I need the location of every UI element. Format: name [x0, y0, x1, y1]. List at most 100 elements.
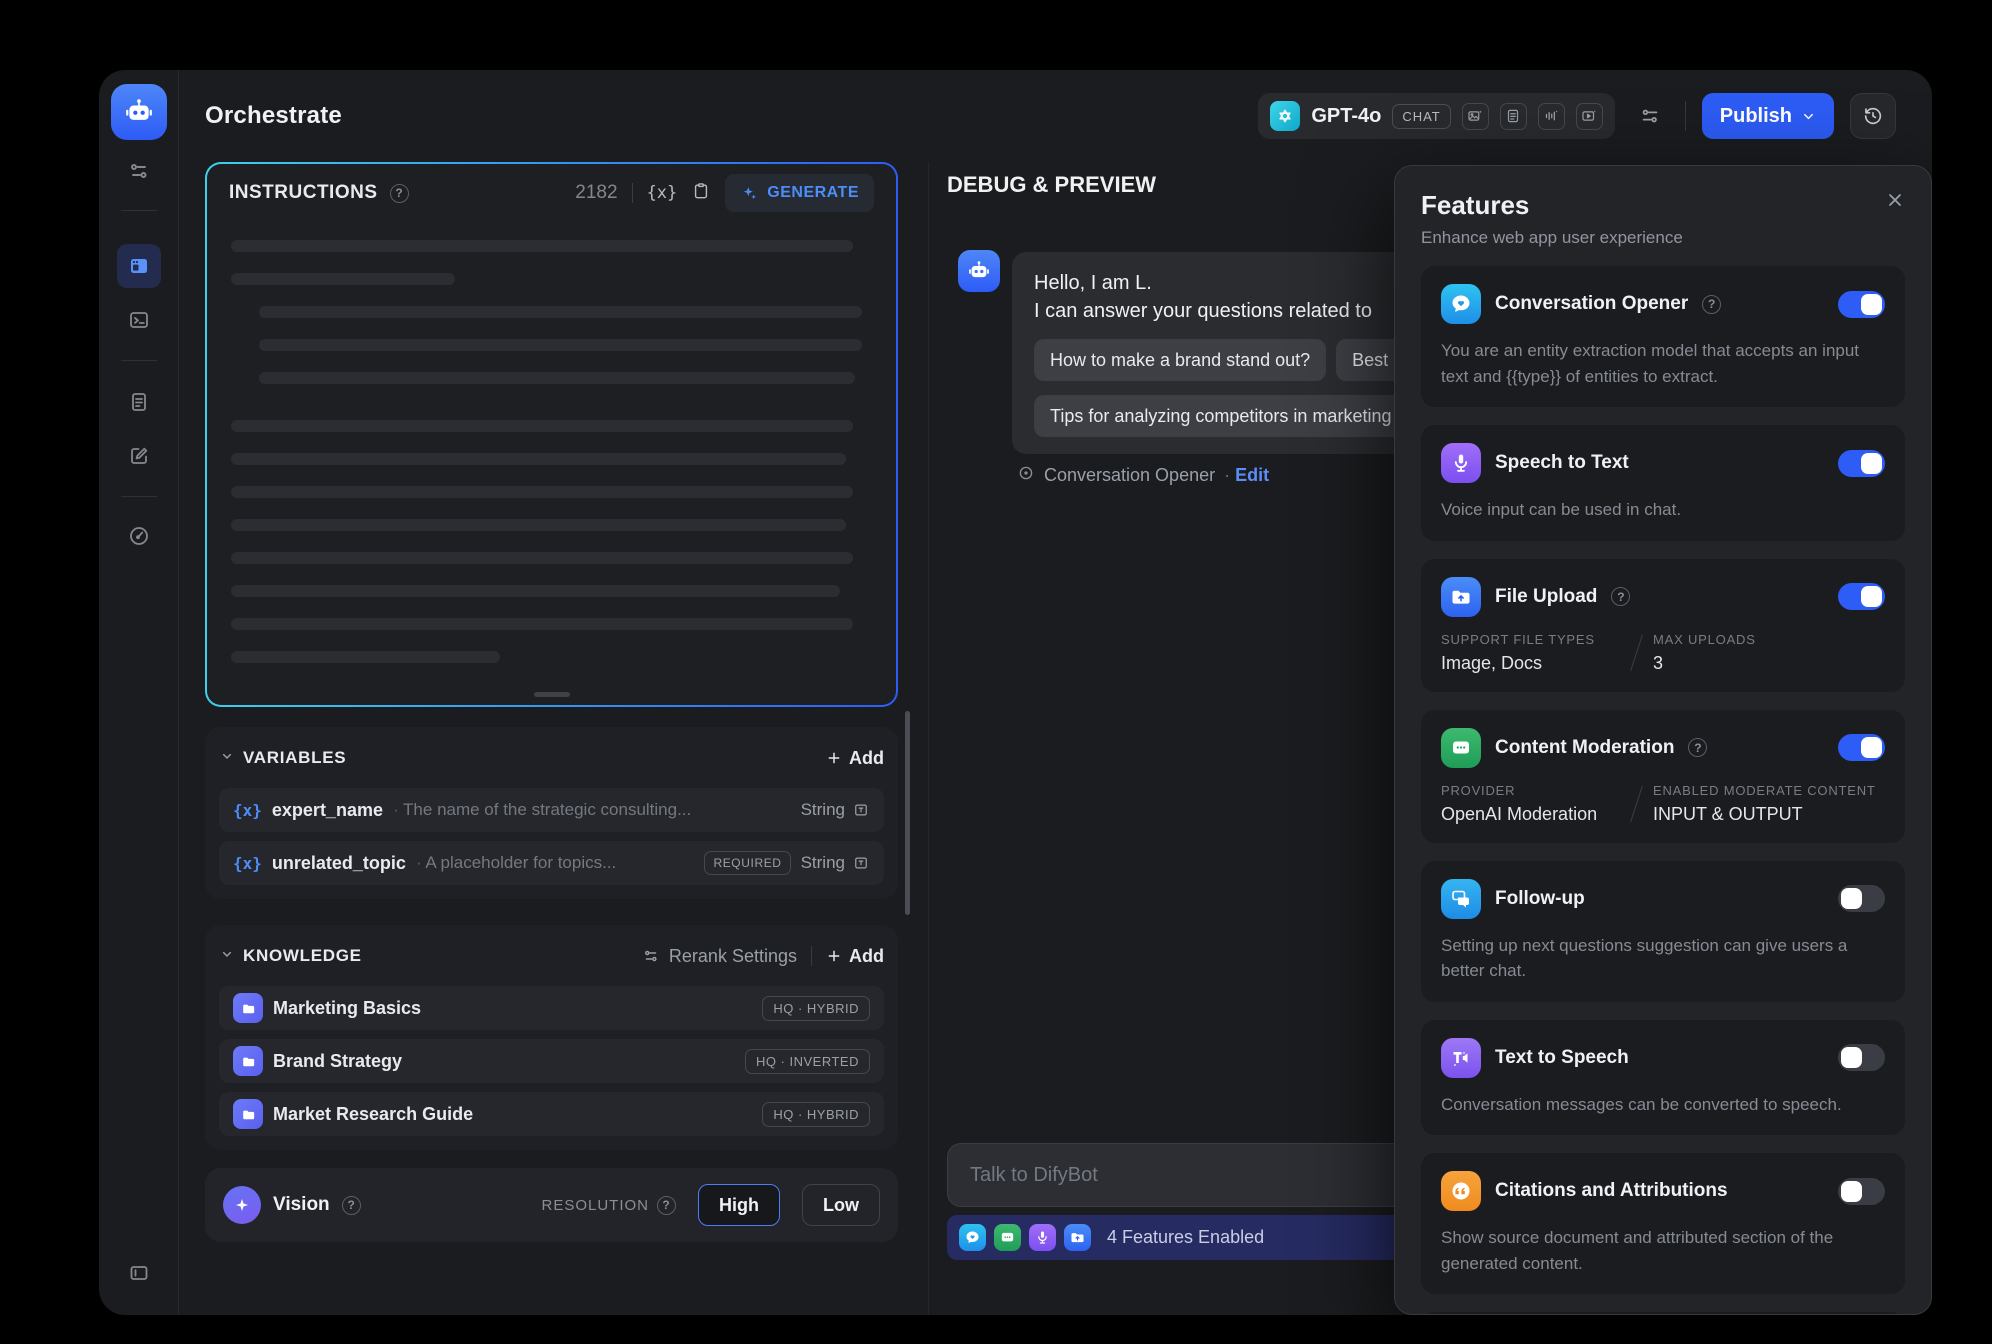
character-count: 2182 [575, 182, 617, 204]
variable-description: The name of the strategic consulting... [393, 800, 691, 820]
sidebar-item-orchestrate-window-icon[interactable] [117, 244, 161, 288]
content-moderation-icon [1441, 728, 1481, 768]
instructions-header: INSTRUCTIONS ? 2182 {x} GENERATE [207, 164, 896, 222]
sidebar-divider [121, 210, 157, 211]
variable-braces-icon: {x} [233, 854, 262, 873]
model-settings-sliders-icon[interactable] [1631, 97, 1669, 135]
variable-insert-icon[interactable]: {x} [647, 183, 678, 203]
version-history-button[interactable] [1850, 93, 1896, 139]
feature-card-annotation-reply: Annotation Reply You can manually add hi… [1421, 1312, 1905, 1315]
publish-button[interactable]: Publish [1702, 93, 1834, 139]
sidebar-item-monitoring-gauge-icon[interactable] [117, 514, 161, 558]
help-icon[interactable]: ? [1688, 738, 1707, 757]
variable-row[interactable]: {x} unrelated_topic A placeholder for to… [219, 841, 884, 885]
instructions-editor[interactable] [207, 222, 896, 663]
citations-toggle[interactable] [1838, 1178, 1885, 1205]
add-knowledge-button[interactable]: Add [826, 946, 884, 967]
help-icon[interactable]: ? [1611, 587, 1630, 606]
knowledge-row[interactable]: Market Research Guide HQ · HYBRID [219, 1092, 884, 1136]
feature-title: Conversation Opener [1495, 293, 1688, 315]
edit-opener-link[interactable]: Edit [1224, 465, 1269, 486]
help-icon[interactable]: ? [657, 1196, 676, 1215]
model-mode-badge: CHAT [1392, 104, 1450, 129]
feature-card-conversation-opener: Conversation Opener ? You are an entity … [1421, 266, 1905, 407]
knowledge-row[interactable]: Marketing Basics HQ · HYBRID [219, 986, 884, 1030]
file-upload-icon [1441, 577, 1481, 617]
sidebar-item-terminal-icon[interactable] [117, 298, 161, 342]
variable-type: String [801, 800, 845, 820]
follow-up-toggle[interactable] [1838, 885, 1885, 912]
meta-value: INPUT & OUTPUT [1653, 804, 1876, 825]
feature-description: Show source document and attributed sect… [1441, 1225, 1885, 1276]
history-icon [1862, 105, 1884, 127]
feature-description: Conversation messages can be converted t… [1441, 1092, 1885, 1118]
add-label: Add [849, 946, 884, 967]
text-field-icon [852, 801, 870, 819]
add-label: Add [849, 748, 884, 769]
model-selector[interactable]: GPT-4o CHAT [1258, 93, 1614, 139]
generate-label: GENERATE [767, 184, 859, 202]
resize-handle[interactable] [534, 692, 570, 697]
resolution-label: RESOLUTION [541, 1197, 649, 1214]
help-icon[interactable]: ? [342, 1196, 361, 1215]
document-capability-icon [1500, 103, 1527, 130]
feature-card-text-to-speech: Text to Speech Conversation messages can… [1421, 1020, 1905, 1136]
add-variable-button[interactable]: Add [826, 748, 884, 769]
rerank-settings-button[interactable]: Rerank Settings [642, 946, 797, 967]
skeleton-text-line [231, 273, 455, 285]
instructions-panel: INSTRUCTIONS ? 2182 {x} GENERATE [205, 162, 898, 707]
help-icon[interactable]: ? [1702, 295, 1721, 314]
scrollbar[interactable] [905, 711, 910, 915]
suggested-question-chip[interactable]: Tips for analyzing competitors in market… [1034, 395, 1407, 437]
resolution-low-button[interactable]: Low [802, 1184, 880, 1226]
collapse-sidebar-icon[interactable] [117, 1251, 161, 1295]
header-divider [1685, 101, 1686, 131]
chevron-down-icon[interactable] [219, 946, 235, 967]
vision-section: Vision ? RESOLUTION ? High Low [205, 1168, 898, 1242]
dataset-name: Marketing Basics [273, 998, 421, 1019]
sidebar-item-annotation-edit-icon[interactable] [117, 434, 161, 478]
features-enabled-count: 4 Features Enabled [1107, 1227, 1264, 1248]
meta-label: PROVIDER [1441, 783, 1619, 798]
sidebar-settings-sliders-icon[interactable] [117, 149, 161, 193]
features-panel: Features Enhance web app user experience… [1394, 165, 1932, 1315]
app-logo-robot-icon[interactable] [111, 84, 167, 140]
skeleton-text-line [259, 339, 862, 351]
skeleton-text-line [231, 585, 840, 597]
speech-to-text-toggle[interactable] [1838, 450, 1885, 477]
close-icon[interactable] [1885, 190, 1905, 215]
follow-up-icon [1441, 879, 1481, 919]
meta-divider [1619, 783, 1653, 825]
opener-label: Conversation Opener [1044, 465, 1215, 486]
meta-label: MAX UPLOADS [1653, 632, 1831, 647]
skeleton-text-line [231, 486, 853, 498]
variable-row[interactable]: {x} expert_name The name of the strategi… [219, 788, 884, 832]
desktop: Orchestrate GPT-4o CHAT [0, 0, 1992, 1344]
copy-clipboard-icon[interactable] [691, 181, 711, 206]
text-to-speech-toggle[interactable] [1838, 1044, 1885, 1071]
text-to-speech-icon [1441, 1038, 1481, 1078]
chevron-down-icon[interactable] [219, 748, 235, 769]
content-moderation-mini-icon [994, 1224, 1021, 1251]
sidebar-item-logs-icon[interactable] [117, 380, 161, 424]
content-moderation-toggle[interactable] [1838, 734, 1885, 761]
dataset-folder-icon [233, 1046, 263, 1076]
conversation-opener-toggle[interactable] [1838, 291, 1885, 318]
help-icon[interactable]: ? [390, 184, 409, 203]
feature-card-follow-up: Follow-up Setting up next questions sugg… [1421, 861, 1905, 1002]
meta-value: Image, Docs [1441, 653, 1619, 674]
feature-title: Follow-up [1495, 888, 1585, 910]
retrieval-badge: HQ · INVERTED [745, 1049, 870, 1074]
variable-name: expert_name [272, 800, 383, 821]
resolution-high-button[interactable]: High [698, 1184, 780, 1226]
microphone-icon [1441, 443, 1481, 483]
generate-button[interactable]: GENERATE [725, 174, 874, 212]
instructions-title: INSTRUCTIONS [229, 182, 378, 204]
skeleton-text-line [231, 552, 853, 564]
knowledge-row[interactable]: Brand Strategy HQ · INVERTED [219, 1039, 884, 1083]
suggested-question-chip[interactable]: How to make a brand stand out? [1034, 339, 1326, 381]
file-upload-toggle[interactable] [1838, 583, 1885, 610]
openai-logo-icon [1270, 101, 1300, 131]
variable-name: unrelated_topic [272, 853, 406, 874]
variable-type: String [801, 853, 845, 873]
